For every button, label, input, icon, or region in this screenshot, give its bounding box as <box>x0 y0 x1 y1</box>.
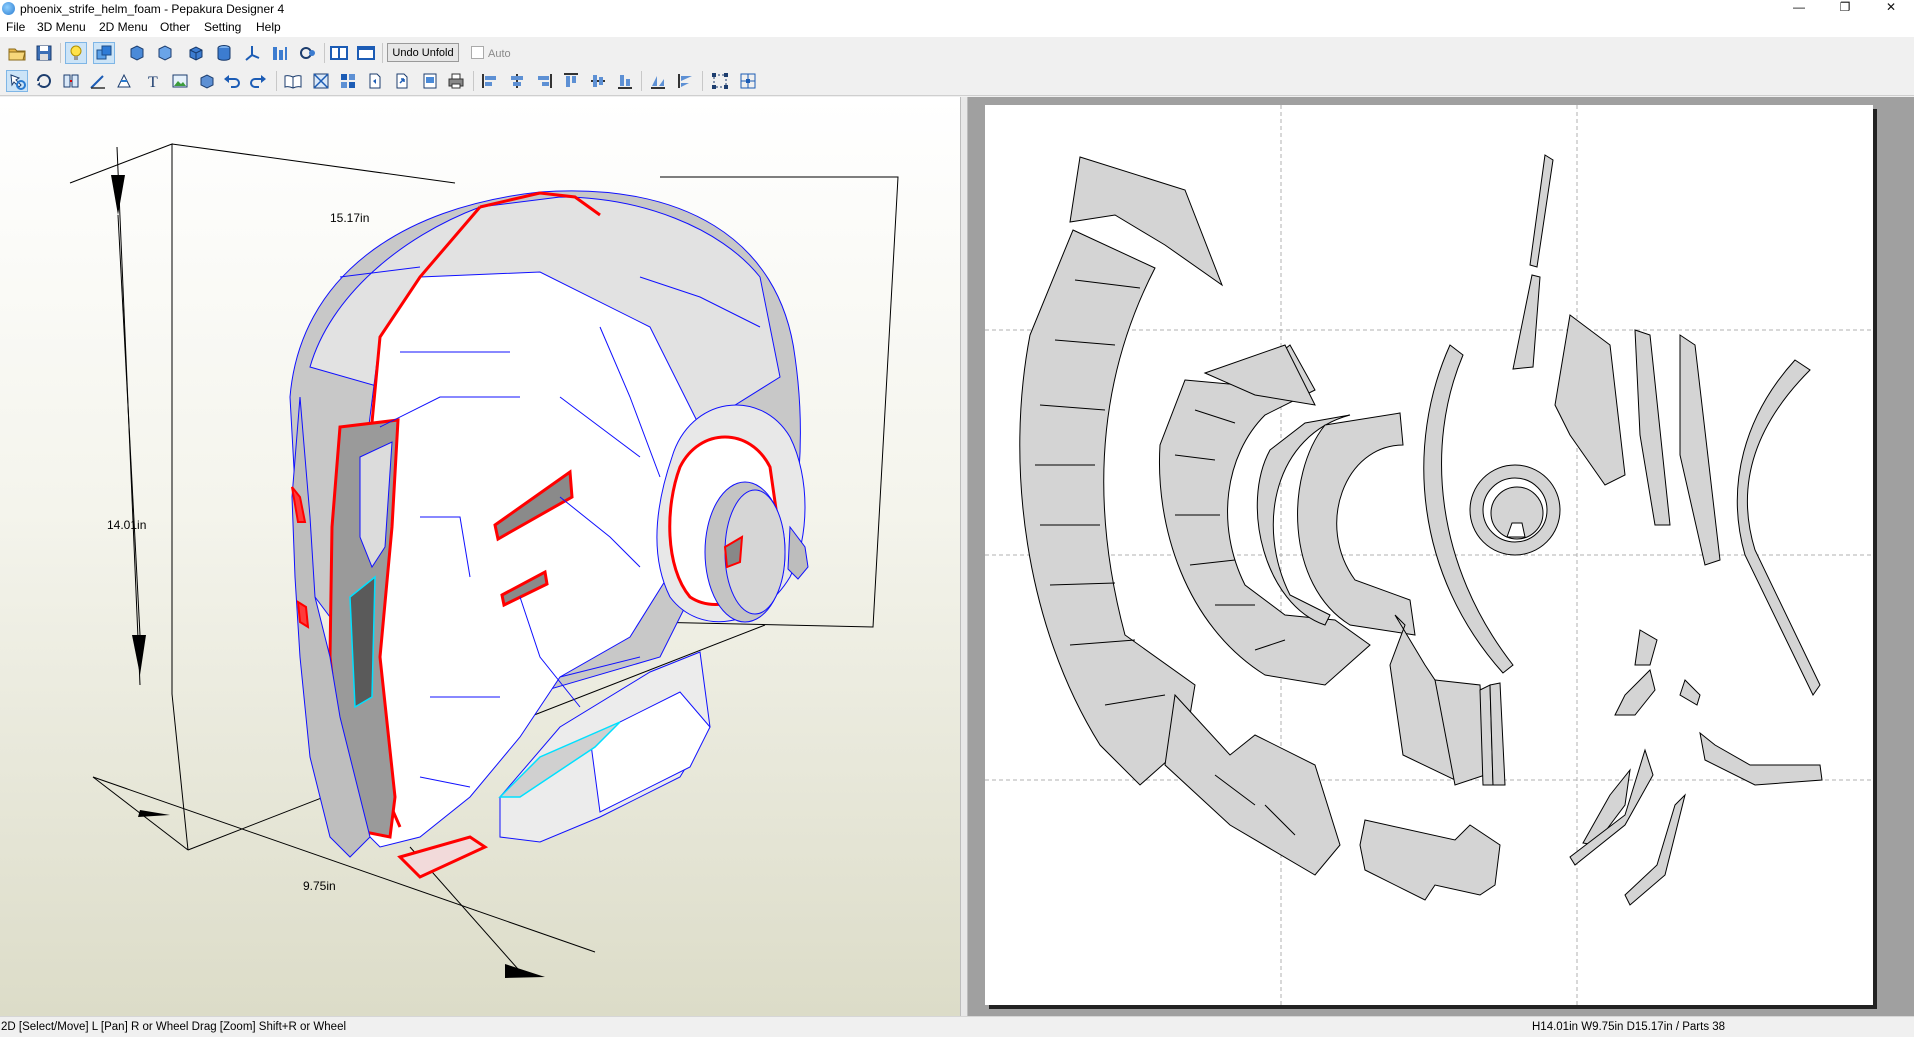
join-edges-icon[interactable] <box>61 71 81 91</box>
distribute-vertical-icon[interactable] <box>676 71 696 91</box>
axes-icon[interactable] <box>242 43 262 63</box>
view-options-icon[interactable] <box>298 43 318 63</box>
status-model-info: H14.01in W9.75in D15.17in / Parts 38 <box>1532 1021 1726 1033</box>
pepakura-app-icon <box>2 2 15 15</box>
grid-frame-icon[interactable] <box>738 71 758 91</box>
svg-text:T: T <box>148 74 158 91</box>
toolbar-2d: T <box>0 68 1914 96</box>
3d-view-panel[interactable]: 15.17in 14.01in 9.75in <box>0 97 960 1016</box>
toolbar-3d: Undo Unfold Auto <box>0 40 1914 66</box>
width-dimension-label: 15.17in <box>330 211 369 225</box>
align-bottom-icon[interactable] <box>615 71 635 91</box>
align-center-icon[interactable] <box>507 71 527 91</box>
open-book-icon[interactable] <box>283 71 303 91</box>
lightbulb-icon[interactable] <box>65 42 87 64</box>
cylinder-icon[interactable] <box>214 43 234 63</box>
print-preview-icon[interactable] <box>420 71 440 91</box>
unfolded-parts[interactable] <box>1019 154 1823 906</box>
draw-line-icon[interactable] <box>88 71 108 91</box>
status-bar: 2D [Select/Move] L [Pan] R or Wheel Drag… <box>0 1016 1914 1037</box>
texture-cubes-icon[interactable] <box>93 42 115 64</box>
cube-icon[interactable] <box>186 43 206 63</box>
checkbox-icon[interactable] <box>471 46 484 59</box>
split-view-icon[interactable] <box>329 43 349 63</box>
menu-setting[interactable]: Setting <box>204 20 241 34</box>
restore-button[interactable]: ❐ <box>1822 0 1868 17</box>
rotate-model-icon[interactable] <box>127 43 147 63</box>
auto-label: Auto <box>488 48 511 60</box>
menu-2d[interactable]: 2D Menu <box>99 20 148 34</box>
view-splitter[interactable] <box>960 97 968 1016</box>
fit-parts-icon[interactable] <box>311 71 331 91</box>
status-hint-text: 2D [Select/Move] L [Pan] R or Wheel Drag… <box>1 1021 347 1033</box>
align-left-icon[interactable] <box>480 71 500 91</box>
rotate-model-alt-icon[interactable] <box>155 43 175 63</box>
image-tool-icon[interactable] <box>170 71 190 91</box>
height-dimension-label: 14.01in <box>107 518 146 532</box>
auto-checkbox[interactable]: Auto <box>471 46 511 60</box>
part-cube-icon[interactable] <box>197 71 217 91</box>
select-move-icon[interactable] <box>6 70 28 92</box>
single-view-icon[interactable] <box>356 43 376 63</box>
close-button[interactable]: ✕ <box>1868 0 1914 17</box>
grid-layout-icon[interactable] <box>338 71 358 91</box>
edge-fold-icon[interactable] <box>114 71 134 91</box>
minimize-button[interactable]: — <box>1776 0 1822 17</box>
undo-unfold-button[interactable]: Undo Unfold <box>387 43 459 62</box>
3d-model-canvas[interactable]: 15.17in 14.01in 9.75in <box>0 97 960 1016</box>
open-folder-icon[interactable] <box>7 43 27 63</box>
align-middle-icon[interactable] <box>588 71 608 91</box>
menu-other[interactable]: Other <box>160 20 190 34</box>
undo-icon[interactable] <box>222 71 242 91</box>
printer-icon[interactable] <box>446 71 466 91</box>
menu-file[interactable]: File <box>6 20 25 34</box>
rotate-part-icon[interactable] <box>34 71 54 91</box>
text-tool-icon[interactable]: T <box>144 71 164 91</box>
helmet-model[interactable] <box>289 190 809 879</box>
save-icon[interactable] <box>34 43 54 63</box>
menu-3d[interactable]: 3D Menu <box>37 20 86 34</box>
bars-icon[interactable] <box>270 43 290 63</box>
align-top-icon[interactable] <box>561 71 581 91</box>
page-next-icon[interactable] <box>392 71 412 91</box>
page-icon[interactable] <box>365 71 385 91</box>
paper-sheet <box>985 105 1873 1005</box>
menu-help[interactable]: Help <box>256 20 281 34</box>
title-bar: phoenix_strife_helm_foam - Pepakura Desi… <box>0 0 1914 17</box>
select-frame-icon[interactable] <box>710 71 730 91</box>
pattern-canvas[interactable] <box>985 105 1873 1005</box>
distribute-horizontal-icon[interactable] <box>648 71 668 91</box>
depth-dimension-label: 9.75in <box>303 879 336 893</box>
window-title: phoenix_strife_helm_foam - Pepakura Desi… <box>20 2 285 16</box>
align-right-icon[interactable] <box>534 71 554 91</box>
2d-view-panel[interactable] <box>968 97 1914 1016</box>
redo-icon[interactable] <box>248 71 268 91</box>
menu-bar: File 3D Menu 2D Menu Other Setting Help <box>0 17 1914 37</box>
